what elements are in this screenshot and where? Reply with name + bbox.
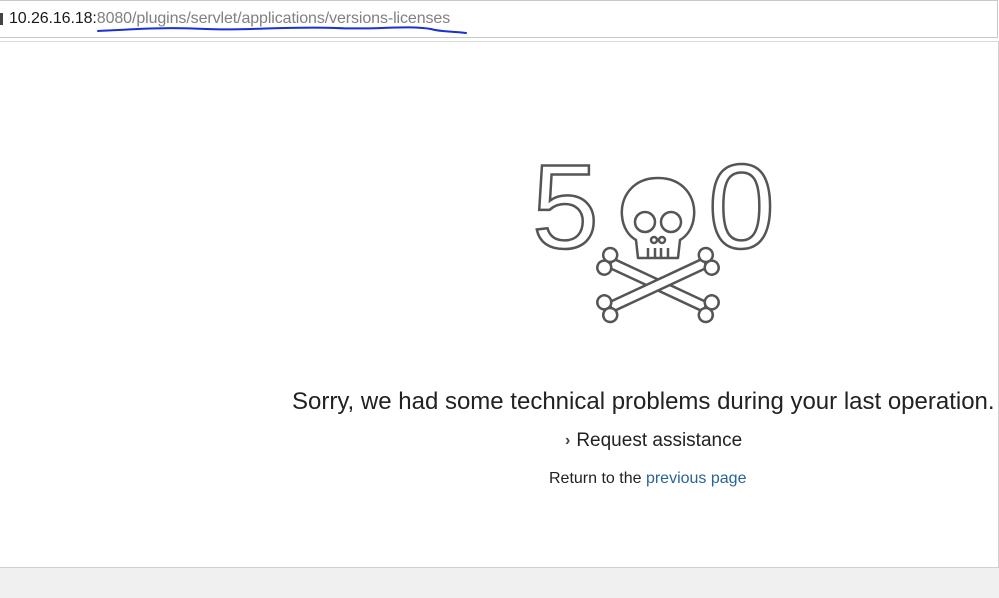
error-code-digit-right: 0 <box>708 150 775 274</box>
url-host: 10.26.16.18: <box>9 10 97 27</box>
skull-crossbones-icon <box>596 176 720 324</box>
error-code-digit-left: 5 <box>532 150 599 274</box>
return-prefix: Return to the <box>549 470 646 487</box>
hand-drawn-underline-annotation <box>97 26 467 34</box>
request-assistance-link[interactable]: › Request assistance <box>565 430 742 452</box>
bottom-status-bar <box>0 567 999 598</box>
error-message: Sorry, we had some technical problems du… <box>292 388 995 415</box>
address-bar[interactable]: 10.26.16.18:8080/plugins/servlet/applica… <box>0 0 998 38</box>
chevron-right-icon: › <box>565 432 571 449</box>
return-line: Return to the previous page <box>549 470 746 488</box>
toolbar-divider <box>0 41 999 42</box>
request-assistance-label: Request assistance <box>576 430 743 451</box>
address-bar-edge-icon <box>0 13 3 25</box>
error-500-graphic: 5 0 <box>531 150 776 324</box>
previous-page-link[interactable]: previous page <box>646 470 747 487</box>
